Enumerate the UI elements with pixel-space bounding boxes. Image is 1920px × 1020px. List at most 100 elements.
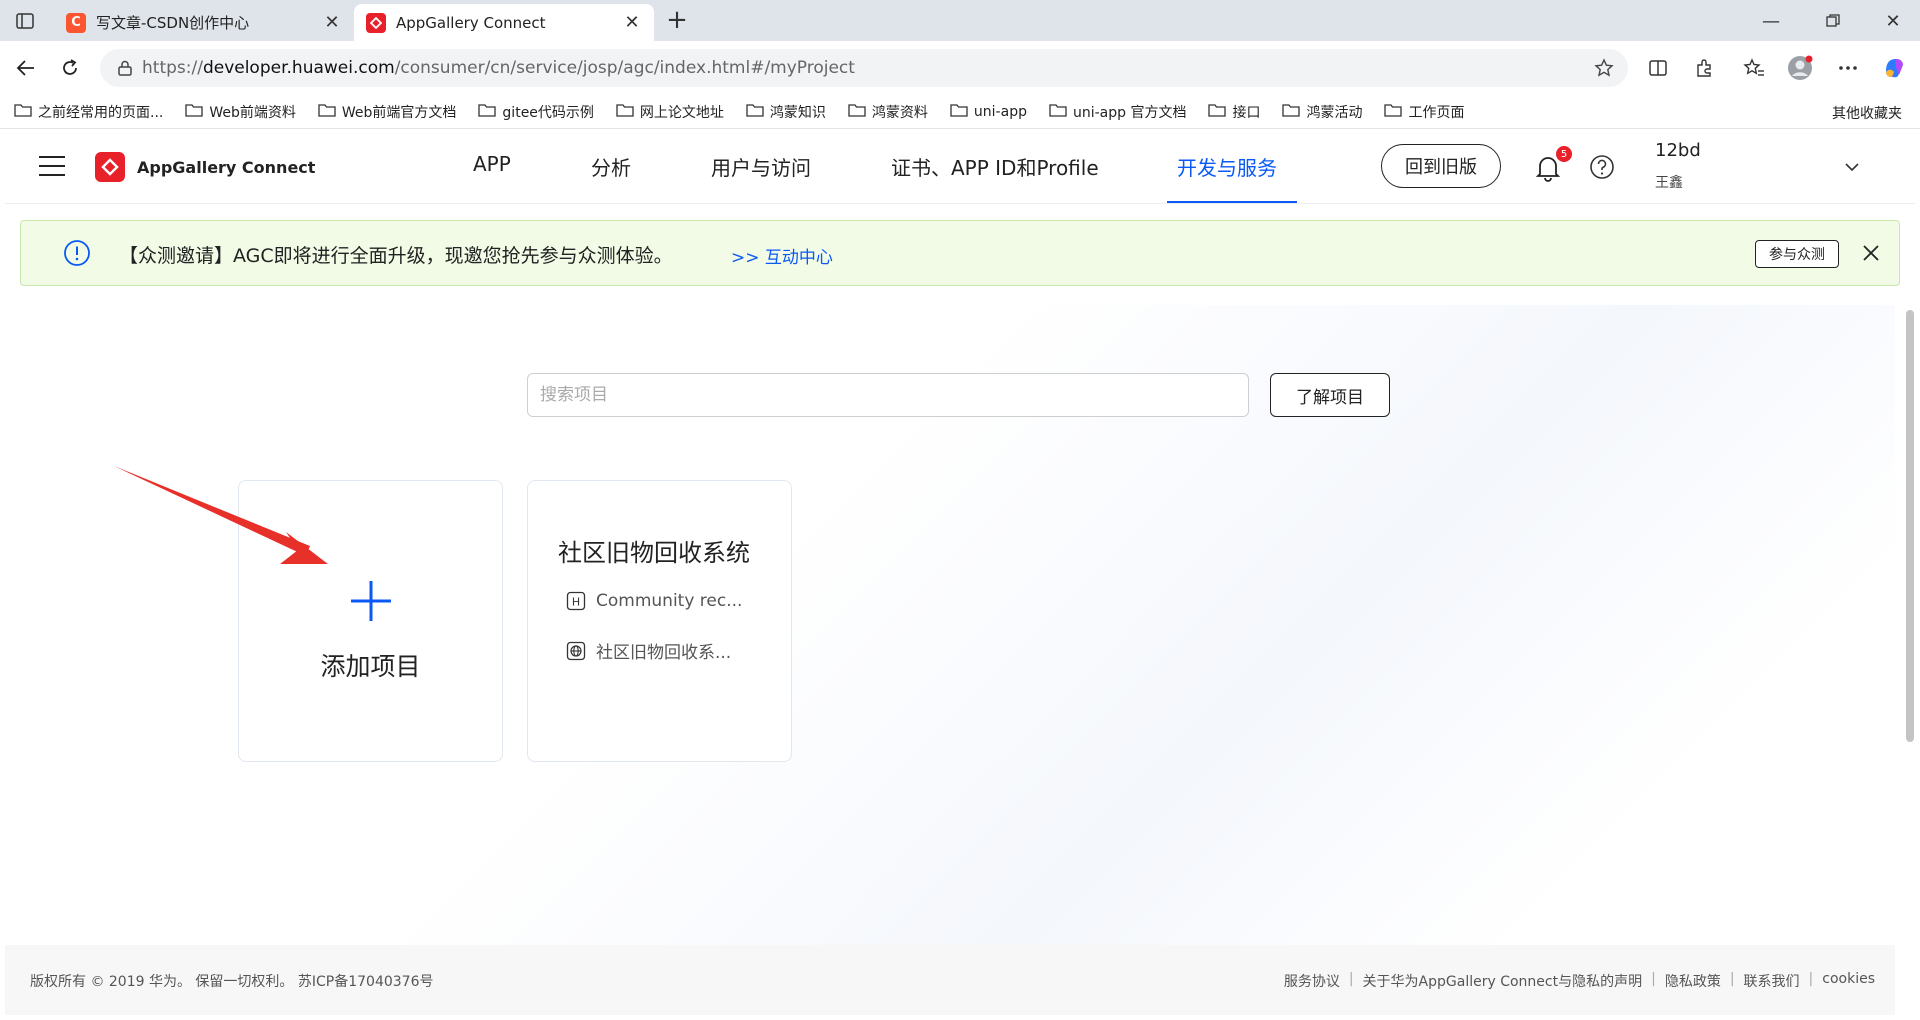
url-path: /consumer/cn/service/josp/agc/index.html… — [394, 58, 855, 78]
active-nav-indicator — [1167, 201, 1297, 203]
info-icon — [63, 239, 91, 267]
copyright-text: 版权所有 © 2019 华为。 保留一切权利。 苏ICP备17040376号 — [30, 974, 434, 990]
bookmark-folder[interactable]: uni-app 官方文档 — [1049, 102, 1187, 122]
url-host: developer.huawei.com — [202, 58, 395, 78]
footer-link-privacy-policy[interactable]: 隐私政策 — [1665, 971, 1721, 991]
menu-icon[interactable] — [39, 156, 65, 178]
bookmarks-bar: 之前经常用的页面... Web前端资料 Web前端官方文档 gitee代码示例 网上论文… — [0, 95, 1920, 131]
interaction-center-link[interactable]: >> 互动中心 — [731, 243, 833, 268]
page-footer: 版权所有 © 2019 华为。 保留一切权利。 苏ICP备17040376号 服… — [5, 945, 1895, 1015]
extensions-icon[interactable] — [1690, 54, 1718, 82]
window-close-icon[interactable]: ✕ — [1878, 8, 1908, 34]
appgallery-favicon-icon — [366, 12, 386, 33]
project-app-row: 社区旧物回收系... — [566, 638, 731, 663]
bookmark-label: Web前端官方文档 — [341, 104, 457, 121]
footer-separator: | — [1348, 971, 1354, 987]
footer-separator: | — [1808, 971, 1814, 987]
restore-icon[interactable] — [1818, 8, 1848, 34]
new-tab-button[interactable]: + — [664, 7, 690, 34]
split-screen-icon[interactable] — [1644, 54, 1672, 82]
url-bar[interactable]: https://developer.huawei.com/consumer/cn… — [100, 49, 1628, 87]
footer-link-privacy-statement[interactable]: 关于华为AppGallery Connect与隐私的声明 — [1363, 971, 1643, 991]
project-card[interactable]: 社区旧物回收系统 H Community rec... 社区旧物回收系... — [527, 480, 792, 762]
tab-title: 写文章-CSDN创作中心 — [96, 14, 250, 32]
folder-icon — [1384, 103, 1408, 121]
bookmark-label: 鸿蒙资料 — [871, 104, 928, 121]
learn-project-button[interactable]: 了解项目 — [1270, 373, 1390, 417]
close-icon[interactable]: ✕ — [322, 12, 342, 33]
project-list-area: 了解项目 添加项目 社区旧物回收系统 H Community rec... 社区… — [5, 305, 1895, 945]
bookmark-folder[interactable]: 网上论文地址 — [616, 102, 724, 122]
footer-link-contact[interactable]: 联系我们 — [1744, 971, 1800, 991]
footer-separator: | — [1729, 971, 1735, 987]
footer-links: 服务协议 | 关于华为AppGallery Connect与隐私的声明 | 隐私政策… — [1284, 971, 1875, 991]
folder-icon — [1049, 103, 1073, 121]
bookmark-label: uni-app — [973, 103, 1027, 120]
tab-appgallery[interactable]: AppGallery Connect ✕ — [354, 4, 654, 41]
nav-app[interactable]: APP — [473, 152, 511, 176]
help-icon[interactable] — [1589, 154, 1615, 180]
bookmark-folder[interactable]: uni-app — [950, 103, 1027, 121]
folder-icon — [950, 103, 974, 121]
appgallery-logo[interactable]: AppGallery Connect — [95, 152, 315, 182]
favorite-star-icon[interactable] — [1594, 58, 1614, 83]
favorites-icon[interactable] — [1740, 54, 1768, 82]
bookmark-folder[interactable]: 鸿蒙资料 — [848, 102, 928, 122]
bookmark-label: gitee代码示例 — [502, 104, 594, 121]
bookmark-label: 之前经常用的页面... — [38, 104, 164, 121]
site-info-icon[interactable] — [116, 59, 134, 82]
bookmark-folder[interactable]: Web前端官方文档 — [318, 102, 457, 122]
bookmark-label: Web前端资料 — [209, 104, 296, 121]
close-icon[interactable]: ✕ — [622, 12, 642, 33]
folder-icon — [1208, 103, 1232, 121]
close-icon[interactable] — [1859, 241, 1883, 265]
csdn-favicon-icon: C — [66, 12, 86, 33]
tab-title: AppGallery Connect — [396, 13, 546, 32]
bookmark-folder[interactable]: 之前经常用的页面... — [14, 102, 163, 122]
other-bookmarks-folder[interactable]: 其他收藏夹 — [1832, 103, 1902, 131]
nav-certificates[interactable]: 证书、APP ID和Profile — [891, 152, 1099, 181]
bookmark-folder[interactable]: 工作页面 — [1384, 102, 1464, 122]
bookmark-folder[interactable]: 鸿蒙活动 — [1282, 102, 1362, 122]
add-project-label: 添加项目 — [320, 652, 421, 681]
folder-icon — [848, 103, 872, 121]
footer-link-service-agreement[interactable]: 服务协议 — [1284, 971, 1340, 991]
folder-icon — [318, 103, 342, 121]
folder-icon — [14, 103, 38, 121]
back-icon[interactable] — [12, 54, 40, 82]
nav-analytics[interactable]: 分析 — [591, 152, 631, 181]
bookmark-label: 网上论文地址 — [639, 104, 724, 121]
footer-link-cookies[interactable]: cookies — [1822, 971, 1875, 991]
tab-csdn[interactable]: C 写文章-CSDN创作中心 ✕ — [54, 4, 354, 41]
notification-badge: 5 — [1556, 146, 1572, 162]
bookmark-folder[interactable]: 接口 — [1208, 102, 1260, 122]
folder-icon — [478, 103, 502, 121]
bookmark-label: 其他收藏夹 — [1832, 106, 1902, 122]
old-version-button[interactable]: 回到旧版 — [1381, 144, 1501, 188]
minimize-icon[interactable]: — — [1756, 8, 1786, 34]
footer-separator: | — [1651, 971, 1656, 987]
copilot-icon[interactable] — [1880, 54, 1908, 82]
user-account-name[interactable]: 12bd — [1655, 140, 1701, 161]
page-scrollbar[interactable] — [1906, 310, 1914, 742]
chevron-down-icon[interactable] — [1843, 158, 1861, 176]
globe-app-icon — [566, 641, 586, 661]
bookmark-folder[interactable]: gitee代码示例 — [478, 102, 594, 122]
search-project-input[interactable] — [527, 373, 1249, 417]
project-app-name: 社区旧物回收系... — [596, 643, 732, 663]
nav-users-access[interactable]: 用户与访问 — [711, 152, 811, 181]
join-beta-button[interactable]: 参与众测 — [1755, 240, 1839, 268]
profile-avatar-icon[interactable] — [1786, 54, 1814, 82]
bookmark-label: uni-app 官方文档 — [1072, 104, 1187, 121]
folder-icon — [185, 103, 209, 121]
tab-actions-icon[interactable] — [12, 9, 38, 33]
folder-icon — [746, 103, 770, 121]
bookmark-folder[interactable]: 鸿蒙知识 — [746, 102, 826, 122]
nav-develop-services[interactable]: 开发与服务 — [1177, 152, 1277, 181]
address-toolbar: https://developer.huawei.com/consumer/cn… — [0, 41, 1920, 95]
folder-icon — [1282, 103, 1306, 121]
refresh-icon[interactable] — [56, 54, 84, 82]
bookmark-folder[interactable]: Web前端资料 — [185, 102, 296, 122]
browser-tab-bar: C 写文章-CSDN创作中心 ✕ AppGallery Connect ✕ + … — [0, 0, 1920, 41]
more-options-icon[interactable] — [1834, 54, 1862, 82]
